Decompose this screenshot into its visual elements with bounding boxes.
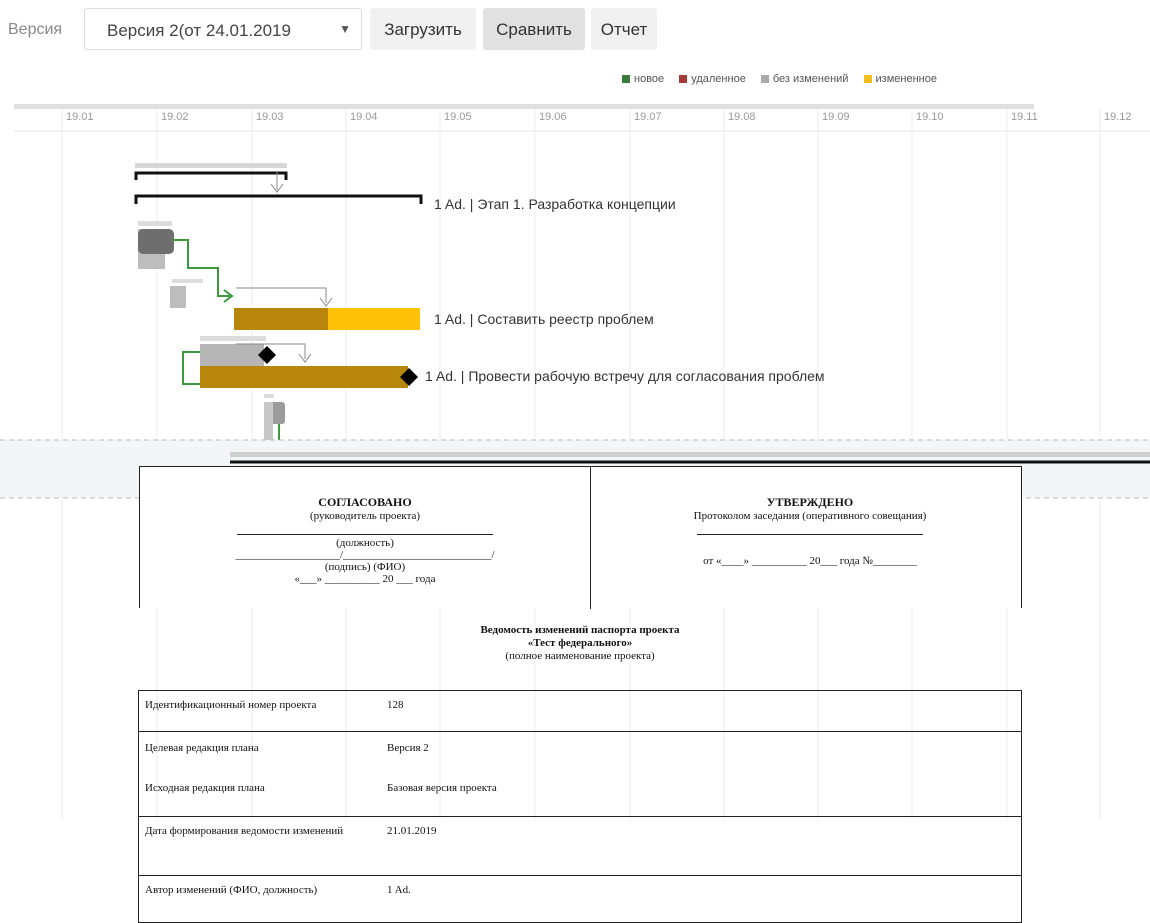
timeline-label: 19.11 [1011,111,1038,123]
approved-date: от «____» __________ 20___ года №_______… [703,555,917,567]
stage-old-bar [135,163,287,168]
project-note: (полное наименование проекта) [505,650,655,662]
timeline-label: 19.10 [916,111,944,123]
row-value: 21.01.2019 [381,816,1022,876]
timeline-label: 19.08 [728,111,756,123]
table-row: Целевая редакция плана Исходная редакция… [138,731,1022,817]
compare-button[interactable]: Сравнить [483,8,585,50]
table-row: Автор изменений (ФИО, должность) 1 Ad. [138,875,1022,923]
report-document: СОГЛАСОВАНО (руководитель проекта) (долж… [0,462,1150,923]
toolbar: Версия Версия 2(от 24.01.2019 ▼ Загрузит… [0,0,1150,62]
legend-item-new: новое [622,73,664,85]
timeline-label: 19.12 [1104,111,1132,123]
report-table: Идентификационный номер проекта 128 Целе… [138,690,1022,923]
task-link-old [236,287,327,303]
legend: новое удаленное без изменений измененное [622,73,949,85]
row-key: Целевая редакция плана [145,742,259,754]
stage-bracket [134,194,423,204]
task-old-block [264,402,273,442]
timeline-header-bar [14,104,1034,109]
legend-swatch-new [622,75,630,83]
task-old-block [200,344,264,366]
agreed-date: «___» __________ 20 ___ года [294,573,436,585]
row-value-group: Версия 2 Базовая версия проекта [381,731,1022,817]
row-key: Идентификационный номер проекта [138,690,381,732]
legend-item-changed: измененное [863,73,937,85]
legend-item-unchanged: без изменений [760,73,848,85]
task-old-block [170,286,186,308]
table-row: Дата формирования ведомости изменений 21… [138,816,1022,876]
row-value: Базовая версия проекта [387,782,497,794]
legend-swatch-deleted [679,75,688,83]
task-old-bar [264,394,274,398]
timeline-label: 19.01 [66,111,94,123]
agreed-subtitle: (руководитель проекта) [309,510,421,522]
stage-bracket-old [134,171,288,180]
task-old-bar [138,221,172,226]
report-title-block: Ведомость изменений паспорта проекта «Те… [300,624,860,663]
task-bar-changed-light [328,308,420,330]
gantt-task-label[interactable]: 1 Ad. | Составить реестр проблем [434,311,654,327]
report-button[interactable]: Отчет [591,8,657,50]
agreed-sign-line: ___________________/____________________… [235,549,495,561]
approval-header: СОГЛАСОВАНО (руководитель проекта) (долж… [139,466,1022,609]
signature-line [697,534,923,535]
approval-divider [590,467,591,609]
agreed-sign-caption: (подпись) (ФИО) [324,561,406,573]
agreed-title: СОГЛАСОВАНО [318,495,412,509]
approved-title: УТВЕРЖДЕНО [766,495,854,509]
load-button[interactable]: Загрузить [370,8,476,50]
task-old-bar [172,279,203,283]
version-select-value: Версия 2(от 24.01.2019 [107,21,291,40]
legend-swatch-changed [863,75,872,83]
gantt-task-label[interactable]: 1 Ad. | Провести рабочую встречу для сог… [425,368,825,384]
timeline-label: 19.06 [539,111,567,123]
task-bar-changed [200,366,408,388]
version-label: Версия [8,21,63,38]
timeline-label: 19.05 [444,111,472,123]
legend-swatch-unchanged [760,75,769,83]
report-title: Ведомость изменений паспорта проекта [480,624,680,636]
row-value: 128 [381,690,1022,732]
approved-subtitle: Протоколом заседания (оперативного совещ… [693,510,927,522]
gantt-task-label[interactable]: 1 Ad. | Этап 1. Разработка концепции [434,196,676,212]
row-value: Версия 2 [387,742,429,754]
chevron-down-icon: ▼ [339,22,351,36]
dependency-link-new [182,351,200,385]
project-old-bar [230,452,1150,457]
agreed-position: (должность) [336,537,394,549]
timeline-label: 19.09 [822,111,850,123]
row-key-group: Целевая редакция плана Исходная редакция… [138,731,381,817]
table-row: Идентификационный номер проекта 128 [138,690,1022,732]
timeline-label: 19.07 [634,111,662,123]
legend-item-deleted: удаленное [679,73,746,85]
row-key: Дата формирования ведомости изменений [138,816,381,876]
approval-left: СОГЛАСОВАНО (руководитель проекта) (долж… [200,495,530,585]
version-select[interactable]: Версия 2(от 24.01.2019 ▼ [84,8,362,50]
task-block-dark [138,229,174,254]
project-name: «Тест федерального» [527,637,633,649]
row-value: 1 Ad. [381,875,1022,923]
timeline-label: 19.03 [256,111,284,123]
timeline-label: 19.04 [350,111,378,123]
row-key: Исходная редакция плана [145,782,265,794]
approval-right: УТВЕРЖДЕНО Протоколом заседания (операти… [635,495,985,567]
row-key: Автор изменений (ФИО, должность) [138,875,381,923]
signature-line [237,534,493,535]
task-bar-changed-dark [234,308,328,330]
task-old-bar [200,336,266,341]
timeline-label: 19.02 [161,111,189,123]
